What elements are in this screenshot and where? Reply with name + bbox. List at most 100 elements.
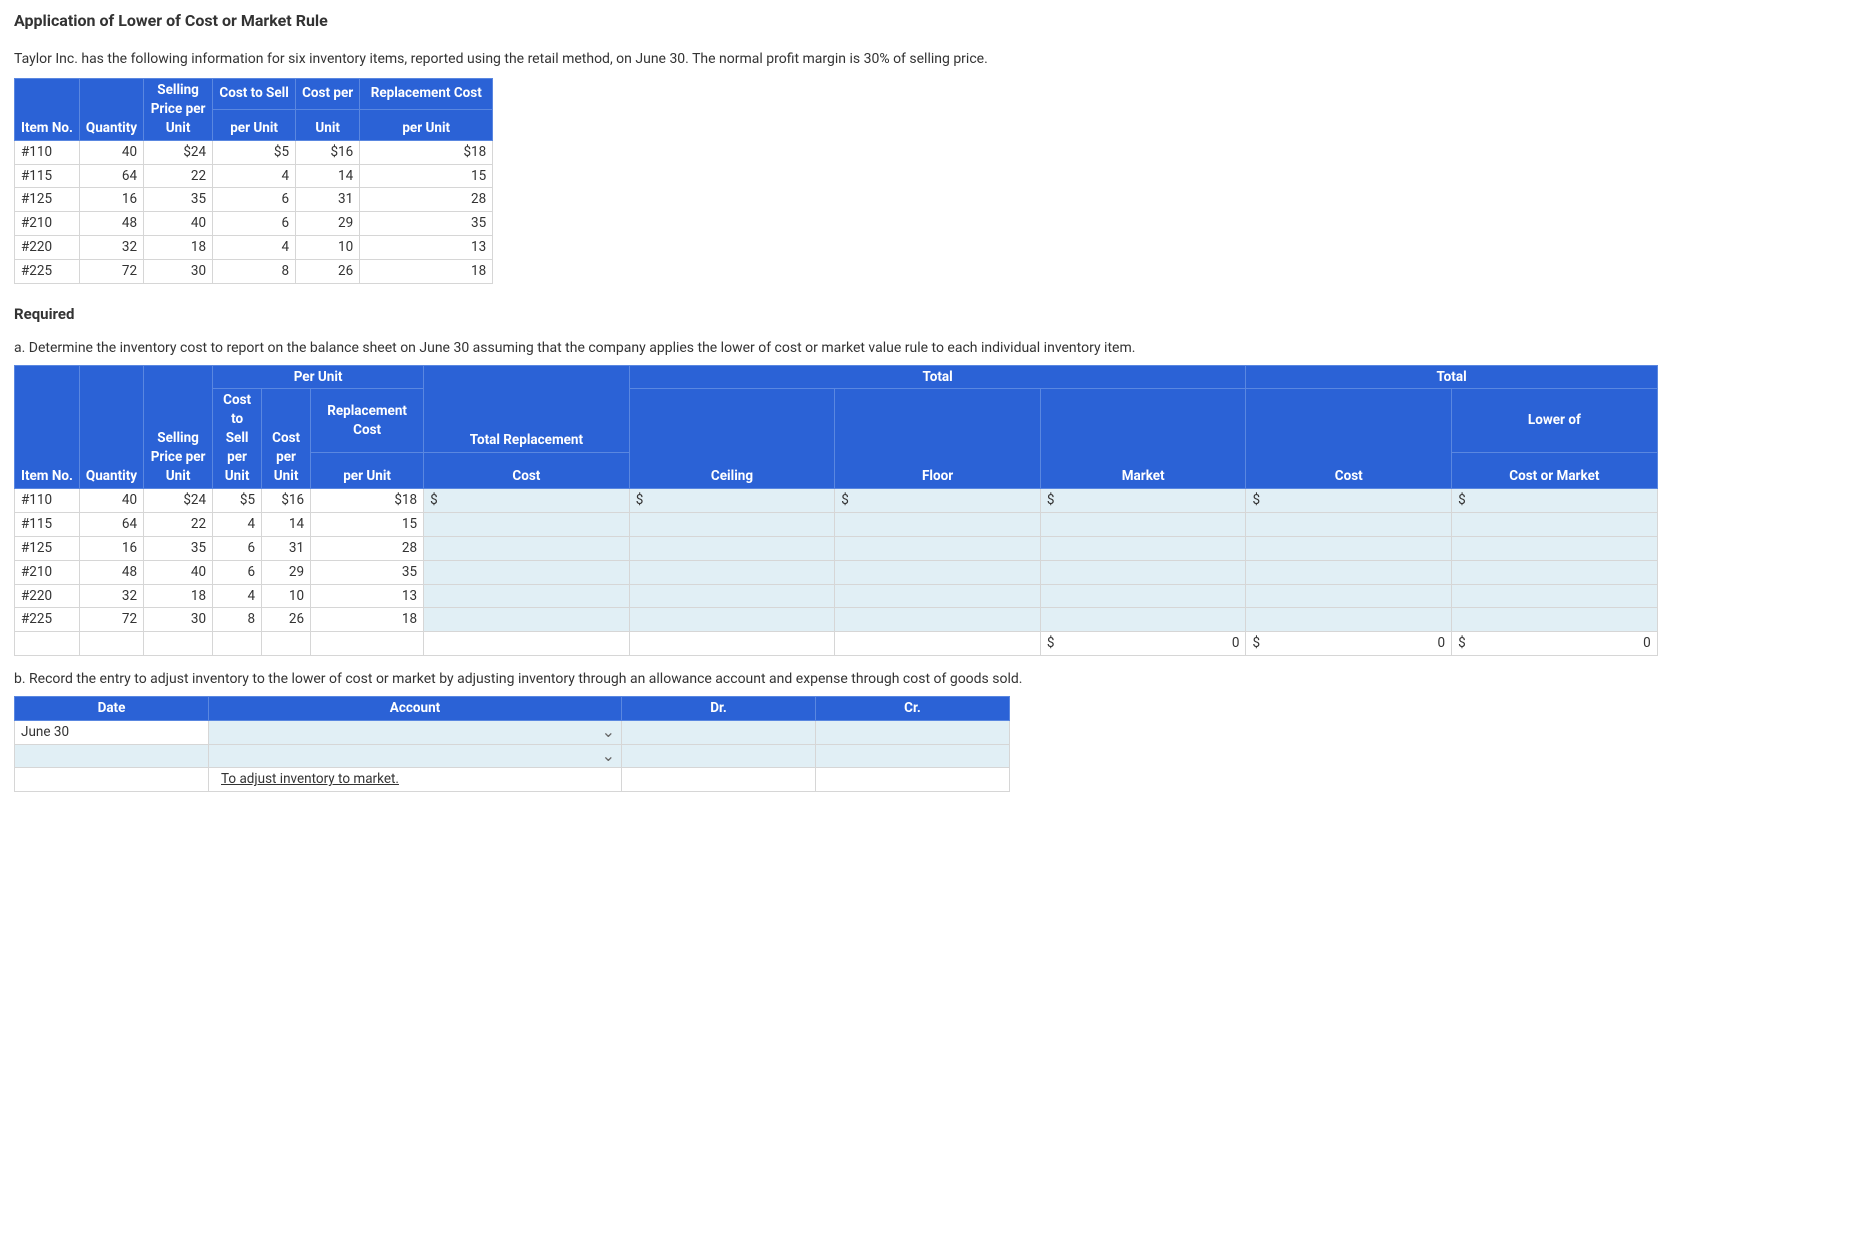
cell-cpu: 14 <box>262 512 311 536</box>
journal-row: June 30⌄ <box>15 720 1010 744</box>
cell-sp: 35 <box>144 536 213 560</box>
journal-account[interactable]: ⌄ <box>209 720 622 744</box>
blank-cell <box>835 632 1041 656</box>
cell-cpu: 10 <box>296 236 360 260</box>
footnote-text: To adjust inventory to market. <box>215 769 405 789</box>
date-input[interactable] <box>21 747 202 764</box>
ceiling-input[interactable] <box>647 492 828 509</box>
journal-footnote-row: To adjust inventory to market. <box>15 768 1010 792</box>
page-title: Application of Lower of Cost or Market R… <box>14 10 1838 32</box>
floor-input[interactable] <box>841 611 1034 628</box>
cell-cpu: 26 <box>296 260 360 284</box>
cell-market <box>1040 608 1246 632</box>
cell-ceiling <box>629 536 835 560</box>
floor-input[interactable] <box>841 516 1034 533</box>
dollar-sign: $ <box>841 491 849 510</box>
cell-market <box>1040 536 1246 560</box>
dr-input[interactable] <box>628 747 809 764</box>
journal-account[interactable]: ⌄ <box>209 744 622 768</box>
table-row: #225723082618 <box>15 608 1658 632</box>
cell-cts: 4 <box>213 584 262 608</box>
cell-item: #225 <box>15 608 80 632</box>
ceiling-input[interactable] <box>636 587 829 604</box>
cell-qty: 32 <box>79 584 143 608</box>
floor-input[interactable] <box>853 492 1034 509</box>
market-input[interactable] <box>1047 540 1240 557</box>
dr-input[interactable] <box>628 723 809 740</box>
cost-input[interactable] <box>1252 611 1445 628</box>
cell-rc: 35 <box>311 560 424 584</box>
cr-input[interactable] <box>822 723 1003 740</box>
ceiling-input[interactable] <box>636 611 829 628</box>
blank-cell <box>622 768 816 792</box>
cell-cts: 4 <box>213 512 262 536</box>
totals-row: $0$0$0 <box>15 632 1658 656</box>
lower-input[interactable] <box>1470 492 1651 509</box>
market-input[interactable] <box>1047 587 1240 604</box>
dollar-sign: $ <box>430 491 438 510</box>
cell-ceiling <box>629 584 835 608</box>
cell-market <box>1040 584 1246 608</box>
lower-input[interactable] <box>1458 587 1651 604</box>
lower-input[interactable] <box>1458 564 1651 581</box>
cell-lower <box>1452 584 1658 608</box>
cell-market: $ <box>1040 488 1246 512</box>
market-input[interactable] <box>1047 564 1240 581</box>
cell-lower <box>1452 560 1658 584</box>
cr-input[interactable] <box>822 747 1003 764</box>
cell-floor <box>835 560 1041 584</box>
total-replacement-input[interactable] <box>442 492 623 509</box>
cell-cpu: 26 <box>262 608 311 632</box>
cell-cpu: $16 <box>262 488 311 512</box>
total-replacement-input[interactable] <box>430 540 623 557</box>
lower-input[interactable] <box>1458 540 1651 557</box>
total-replacement-input[interactable] <box>430 611 623 628</box>
cell-qty: 48 <box>79 212 143 236</box>
floor-input[interactable] <box>841 564 1034 581</box>
market-input[interactable] <box>1047 611 1240 628</box>
col3-dr: Dr. <box>710 700 727 716</box>
ceiling-input[interactable] <box>636 516 829 533</box>
ceiling-input[interactable] <box>636 540 829 557</box>
total-replacement-input[interactable] <box>430 564 623 581</box>
cell-floor <box>835 512 1041 536</box>
market-input[interactable] <box>1058 492 1239 509</box>
cell-item: #110 <box>15 488 80 512</box>
cost-input[interactable] <box>1252 564 1445 581</box>
cell-sp: 40 <box>144 560 213 584</box>
col2-cost: Cost <box>1335 468 1363 484</box>
cell-total-replacement: $ <box>424 488 630 512</box>
market-input[interactable] <box>1047 516 1240 533</box>
cost-input[interactable] <box>1252 587 1445 604</box>
dollar-sign: $ <box>1252 634 1260 653</box>
cell-rc: 15 <box>311 512 424 536</box>
cost-input[interactable] <box>1252 540 1445 557</box>
col2-market: Market <box>1122 468 1165 484</box>
cell-rc: $18 <box>311 488 424 512</box>
floor-input[interactable] <box>841 587 1034 604</box>
cost-input[interactable] <box>1252 516 1445 533</box>
cost-input[interactable] <box>1264 492 1445 509</box>
dollar-sign: $ <box>1047 634 1055 653</box>
cell-sp: 30 <box>144 260 213 284</box>
total-replacement-input[interactable] <box>430 516 623 533</box>
ceiling-input[interactable] <box>636 564 829 581</box>
col3-account: Account <box>390 700 440 716</box>
col2-per-unit: Per Unit <box>294 369 343 385</box>
col-cost-per: Cost per <box>302 85 353 101</box>
cell-cost <box>1246 512 1452 536</box>
cell-item: #220 <box>15 236 80 260</box>
table-row: #125163563128 <box>15 188 493 212</box>
cell-rc: 28 <box>360 188 493 212</box>
lower-input[interactable] <box>1458 611 1651 628</box>
table-row: #11040$24$5$16$18$$$$$$ <box>15 488 1658 512</box>
floor-input[interactable] <box>841 540 1034 557</box>
cell-cpu: $16 <box>296 140 360 164</box>
table-row: #210484062935 <box>15 212 493 236</box>
lower-input[interactable] <box>1458 516 1651 533</box>
cell-total-replacement <box>424 512 630 536</box>
cell-qty: 72 <box>79 608 143 632</box>
col-selling-price: Selling Price per Unit <box>151 82 206 136</box>
table-row: #220321841013 <box>15 584 1658 608</box>
total-replacement-input[interactable] <box>430 587 623 604</box>
